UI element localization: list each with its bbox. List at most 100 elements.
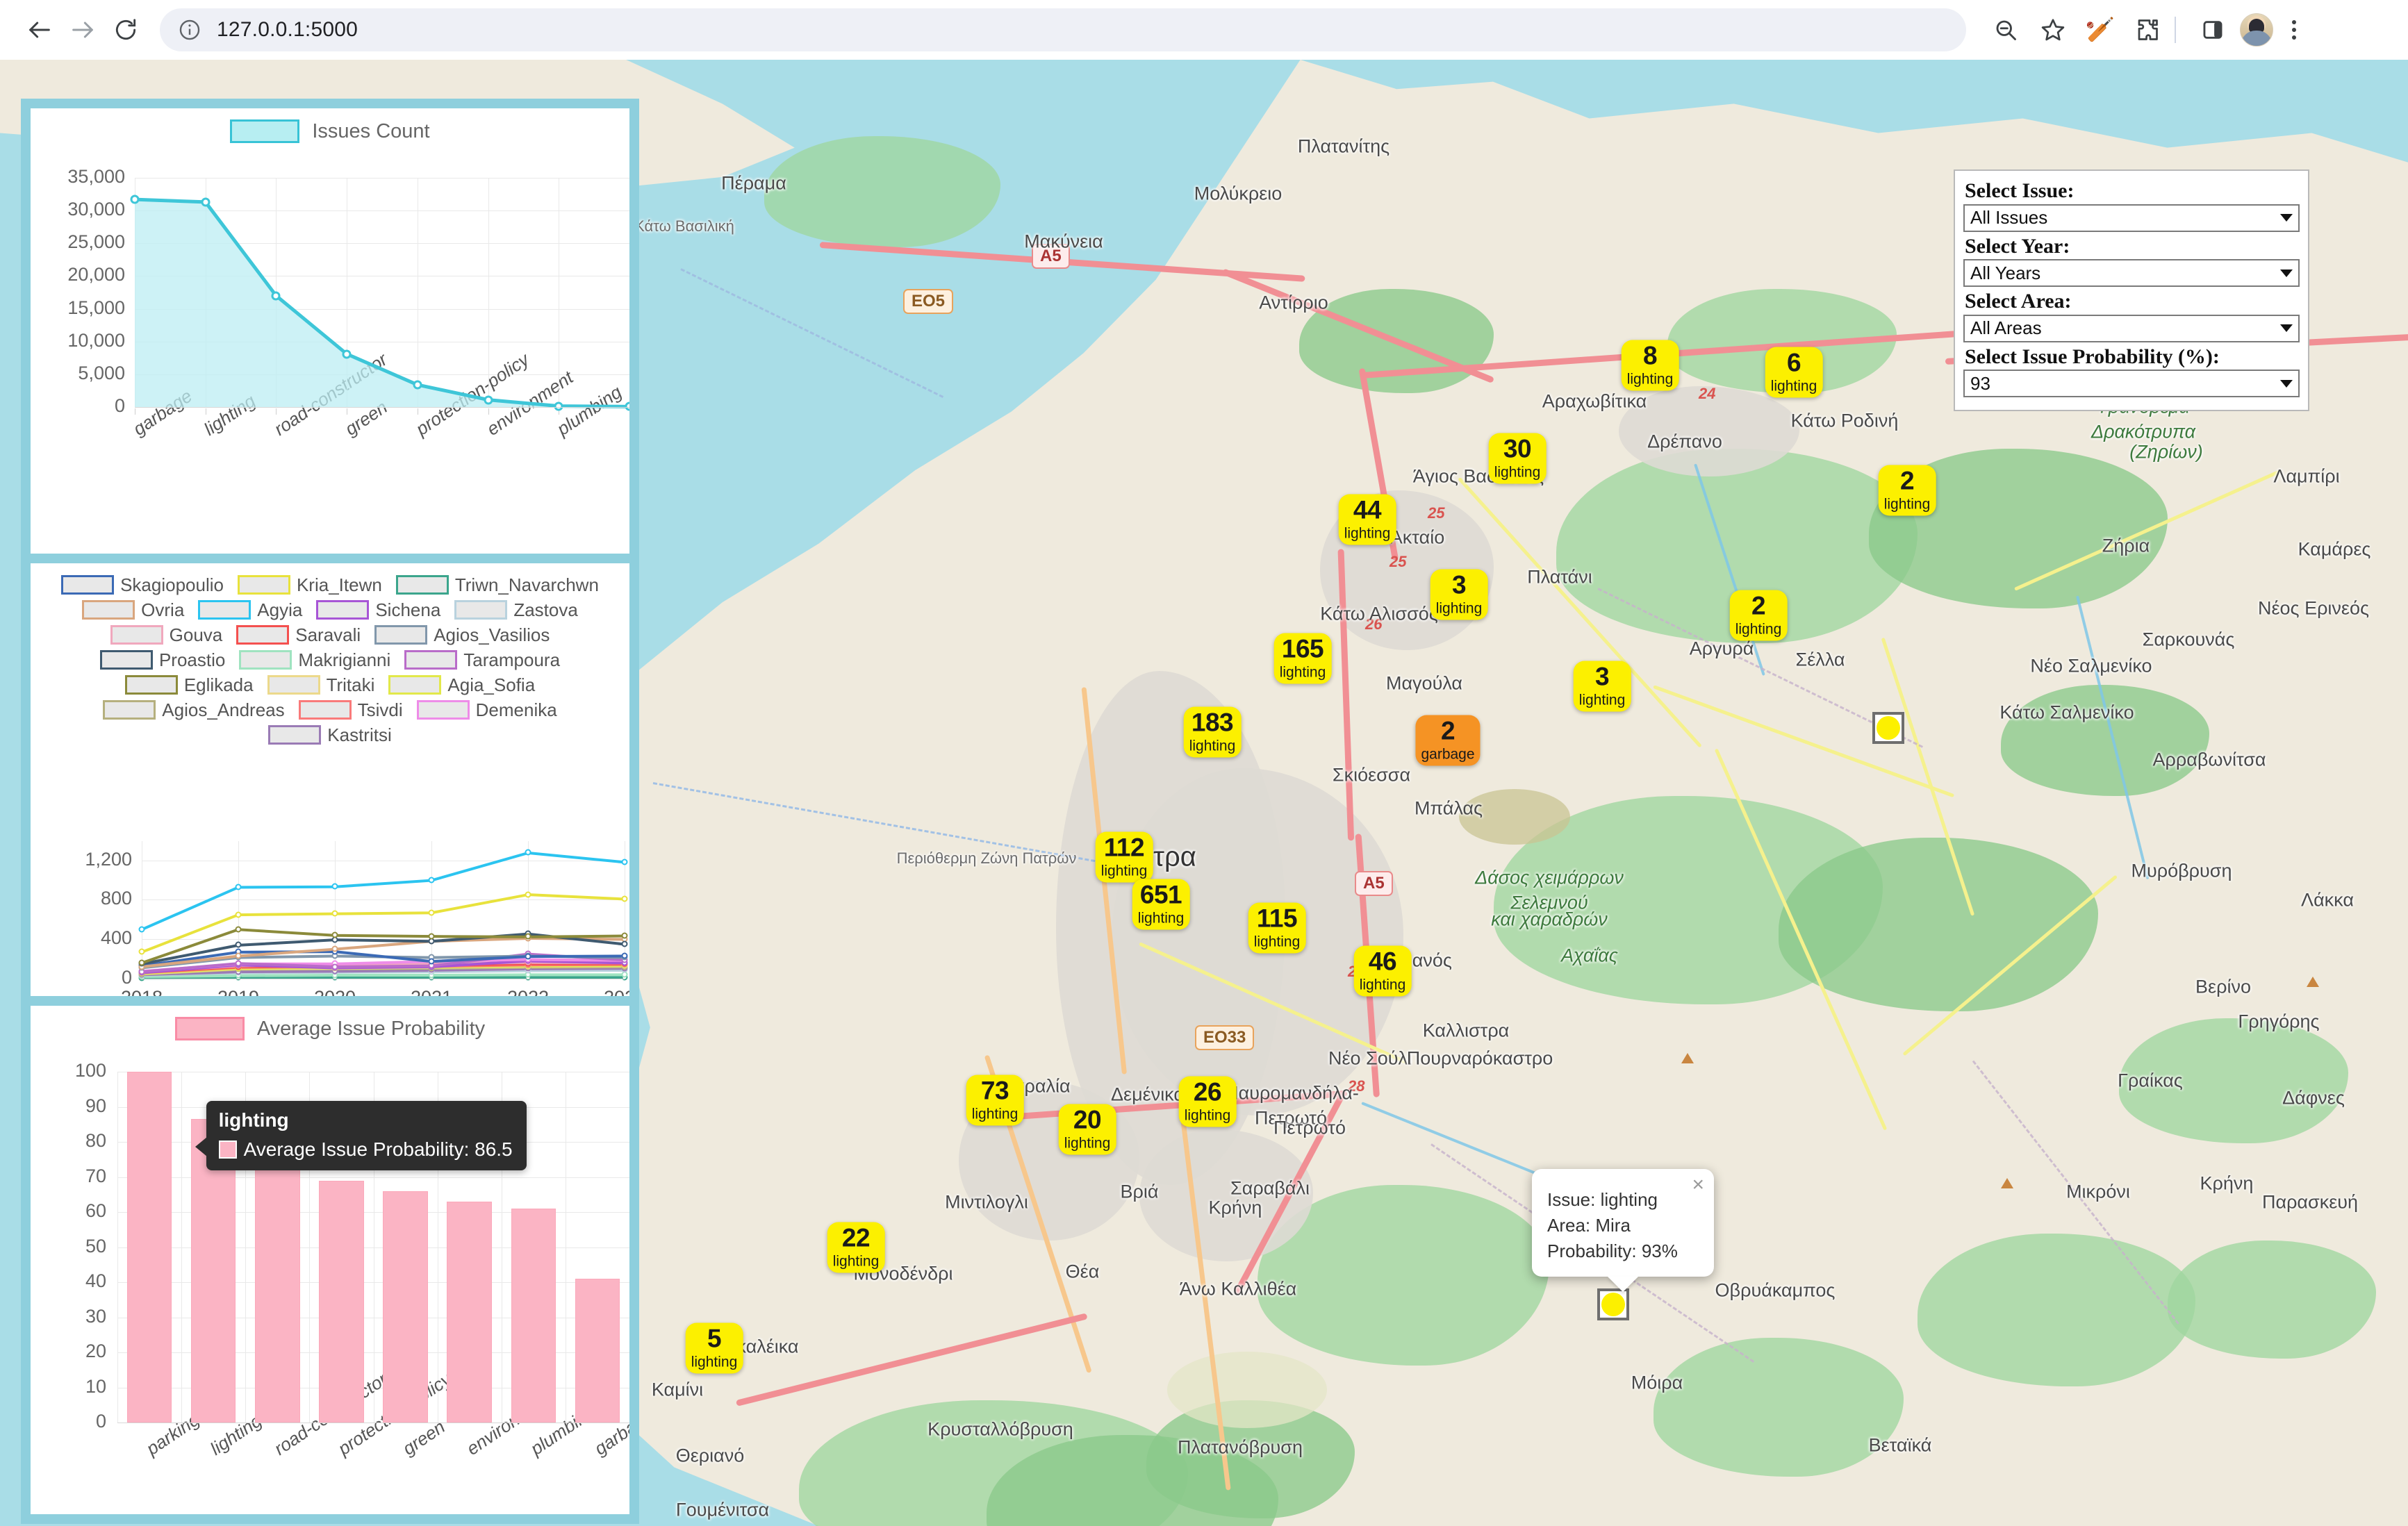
map-marker-lighting[interactable]: 5lighting — [686, 1323, 743, 1374]
map-forest — [2119, 1018, 2348, 1143]
map-place-label: Κάτω Βασιλική — [634, 217, 734, 235]
map-marker-lighting[interactable]: 183lighting — [1184, 707, 1242, 758]
url-text: 127.0.0.1:5000 — [217, 18, 358, 42]
marker-count: 651 — [1138, 882, 1185, 908]
data-point — [332, 911, 338, 917]
y-axis-tick-label: 60 — [35, 1200, 106, 1222]
bar[interactable] — [511, 1209, 556, 1423]
y-axis-tick-label: 50 — [35, 1236, 106, 1257]
marker-count: 73 — [972, 1078, 1019, 1104]
series-line — [142, 895, 625, 952]
map-ferry-route — [680, 268, 943, 398]
marker-type: lighting — [1884, 497, 1931, 512]
map-marker-lighting[interactable]: 2lighting — [1730, 590, 1788, 641]
zoom-out-icon[interactable] — [1986, 10, 2026, 50]
select-probability-value: 93 — [1970, 373, 2275, 395]
select-issue-dropdown[interactable]: All Issues — [1963, 204, 2300, 232]
marker-type: lighting — [1494, 465, 1541, 480]
marker-popup[interactable]: × Issue: lighting Area: Mira Probability… — [1532, 1169, 1714, 1277]
map-selected-marker[interactable] — [1872, 712, 1904, 744]
map-marker-lighting[interactable]: 22lighting — [827, 1222, 885, 1273]
charts-sidebar: Issues Count 05,00010,00015,00020,00025,… — [21, 99, 639, 1524]
y-axis-tick-label: 100 — [35, 1060, 106, 1081]
bar[interactable] — [127, 1072, 172, 1423]
select-year-dropdown[interactable]: All Years — [1963, 259, 2300, 287]
marker-count: 2 — [1735, 593, 1782, 619]
marker-type: lighting — [1064, 1136, 1111, 1151]
map-marker-lighting[interactable]: 73lighting — [966, 1075, 1024, 1126]
y-axis-tick-label: 90 — [35, 1095, 106, 1117]
map-highway-number: 24 — [1699, 385, 1715, 403]
data-point — [554, 401, 563, 410]
marker-type: lighting — [1254, 935, 1301, 949]
marker-count: 3 — [1579, 664, 1626, 690]
map-forest — [764, 136, 1000, 247]
select-probability-label: Select Issue Probability (%): — [1965, 345, 2300, 369]
bar[interactable] — [255, 1156, 299, 1423]
map-marker-lighting[interactable]: 6lighting — [1765, 347, 1823, 398]
map-marker-lighting[interactable]: 8lighting — [1622, 340, 1679, 391]
issues-count-chart-card: Issues Count 05,00010,00015,00020,00025,… — [31, 108, 629, 554]
select-issue-label: Select Issue: — [1965, 179, 2300, 203]
bar[interactable] — [319, 1181, 363, 1423]
y-axis-tick-label: 70 — [35, 1166, 106, 1187]
gridline — [117, 1072, 118, 1423]
select-area-label: Select Area: — [1965, 290, 2300, 313]
map-marker-lighting[interactable]: 651lighting — [1132, 879, 1190, 930]
marker-count: 8 — [1627, 343, 1674, 369]
map-peak-icon — [2307, 977, 2319, 987]
map-marker-lighting[interactable]: 2lighting — [1879, 465, 1936, 516]
map-highway-number: 25 — [1389, 553, 1406, 571]
marker-type: lighting — [1771, 379, 1817, 394]
puzzle-piece-icon[interactable] — [2127, 10, 2168, 50]
map-marker-garbage[interactable]: 2garbage — [1415, 715, 1480, 766]
map-marker-lighting[interactable]: 44 lighting — [1339, 495, 1396, 545]
map-selected-marker[interactable] — [1597, 1288, 1629, 1320]
bar[interactable] — [575, 1279, 620, 1423]
y-axis-tick-label: 10 — [35, 1376, 106, 1398]
popup-issue: Issue: lighting — [1547, 1187, 1699, 1213]
address-bar[interactable]: 127.0.0.1:5000 — [160, 8, 1966, 51]
popup-area: Area: Mira — [1547, 1213, 1699, 1238]
marker-count: 3 — [1436, 572, 1483, 598]
cricket-extension-icon[interactable]: 🏏 — [2080, 10, 2120, 50]
kebab-menu-icon[interactable] — [2280, 10, 2308, 50]
map-marker-lighting[interactable]: 112lighting — [1096, 832, 1153, 883]
marker-count: 26 — [1185, 1079, 1231, 1105]
star-icon[interactable] — [2033, 10, 2073, 50]
map-marker-lighting[interactable]: 46lighting — [1354, 946, 1412, 997]
marker-count: 20 — [1064, 1107, 1111, 1133]
map-marker-lighting[interactable]: 115lighting — [1248, 903, 1306, 954]
data-point — [525, 849, 531, 856]
marker-type: lighting — [1436, 602, 1483, 616]
chevron-down-icon — [2280, 269, 2293, 277]
select-probability-dropdown[interactable]: 93 — [1963, 370, 2300, 397]
reload-icon[interactable] — [104, 8, 147, 51]
map-road-shield: A5 — [1032, 244, 1070, 269]
map-field — [1459, 789, 1570, 845]
bar[interactable] — [383, 1191, 427, 1423]
map-marker-lighting[interactable]: 30lighting — [1489, 433, 1547, 484]
popup-probability: Probability: 93% — [1547, 1238, 1699, 1264]
marker-count: 44 — [1344, 497, 1391, 523]
data-point — [139, 926, 145, 932]
bar[interactable] — [447, 1202, 491, 1423]
avg-probability-chart-card: Average Issue Probability 01020304050607… — [31, 1006, 629, 1514]
data-point — [622, 895, 628, 902]
side-panel-icon[interactable] — [2193, 10, 2233, 50]
avatar[interactable] — [2240, 13, 2273, 47]
marker-type: lighting — [1101, 864, 1148, 879]
select-area-dropdown[interactable]: All Areas — [1963, 315, 2300, 342]
marker-type: lighting — [1344, 526, 1391, 541]
data-point — [201, 197, 210, 206]
back-arrow-icon[interactable] — [18, 8, 61, 51]
map-marker-lighting[interactable]: 26lighting — [1179, 1077, 1237, 1127]
site-info-icon[interactable] — [178, 18, 201, 42]
forward-arrow-icon[interactable] — [61, 8, 104, 51]
map-marker-lighting[interactable]: 3 lighting — [1430, 570, 1488, 620]
map-marker-lighting[interactable]: 3lighting — [1574, 661, 1631, 712]
map-marker-lighting[interactable]: 20 lighting — [1059, 1104, 1116, 1155]
map-forest — [1779, 838, 2098, 1011]
map-marker-lighting[interactable]: 165lighting — [1274, 633, 1332, 684]
close-icon[interactable]: × — [1692, 1175, 1704, 1195]
